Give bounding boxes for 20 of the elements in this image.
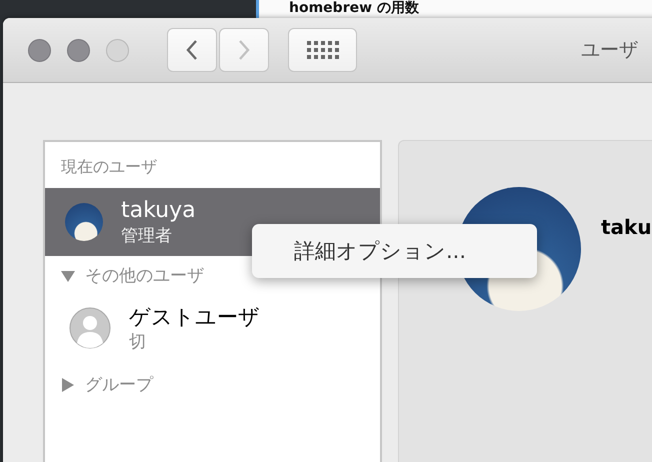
user-name: taku [601, 215, 652, 239]
background-heading: homebrew の用数 [289, 0, 419, 17]
window-control-button[interactable] [28, 38, 51, 62]
back-button[interactable] [167, 28, 217, 72]
section-header: その他のユーザ [85, 265, 204, 287]
show-all-button[interactable] [288, 28, 357, 72]
grid-icon [306, 41, 338, 59]
user-name: ゲストユーザ [129, 304, 260, 331]
window-title: ユーザ [581, 38, 638, 63]
section-header: グループ [85, 374, 153, 396]
user-role: 管理者 [121, 225, 173, 247]
photo-placeholder [65, 203, 103, 241]
disclosure-triangle-right-icon[interactable] [61, 378, 75, 392]
user-row[interactable]: ゲストユーザ 切 [45, 291, 380, 365]
user-role: 切 [129, 331, 147, 353]
section-header: 現在のユーザ [60, 156, 158, 178]
avatar-silhouette-icon [69, 307, 111, 349]
user-name: takuya [121, 197, 196, 225]
disclosure-triangle-down-icon[interactable] [61, 268, 75, 282]
window-control-button[interactable] [67, 38, 90, 62]
